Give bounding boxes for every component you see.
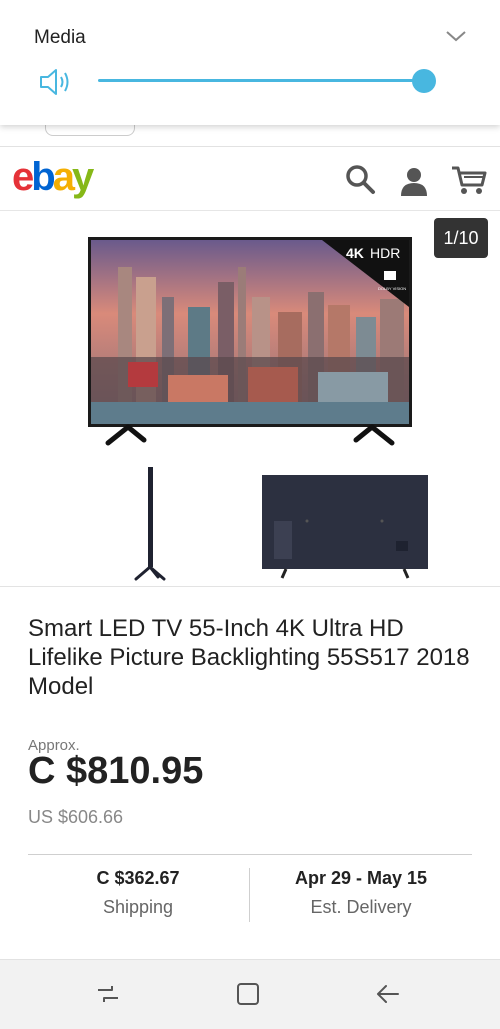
badge-dolby: DOLBY VISION: [378, 286, 406, 291]
search-icon[interactable]: [344, 163, 376, 195]
chevron-down-icon[interactable]: [444, 26, 468, 46]
ebay-logo[interactable]: ebay: [12, 155, 94, 200]
shipping-cost: C $362.67: [96, 868, 180, 888]
shipping-label: Shipping: [102, 897, 174, 917]
divider: [0, 586, 500, 587]
cart-icon[interactable]: [450, 163, 488, 195]
volume-title: Media: [34, 27, 86, 48]
delivery-info: Apr 29 - May 15 Est. Delivery: [250, 868, 472, 918]
volume-panel: Media: [0, 0, 500, 125]
volume-slider-knob[interactable]: [412, 69, 436, 93]
delivery-dates: Apr 29 - May 15: [294, 868, 428, 888]
volume-slider-track[interactable]: [98, 79, 424, 82]
price: C $810.95: [28, 750, 204, 792]
home-icon[interactable]: [234, 980, 262, 1008]
shipping-info: C $362.67 Shipping: [27, 868, 249, 918]
account-icon[interactable]: [398, 165, 430, 197]
product-image-main[interactable]: 4K HDR DOLBY VISION: [88, 237, 412, 449]
usd-price: US $606.66: [28, 807, 124, 827]
product-title: Smart LED TV 55-Inch 4K Ultra HD Lifelik…: [28, 615, 470, 700]
image-counter: 1/10: [434, 218, 488, 258]
site-header: ebay: [0, 147, 500, 211]
badge-4k: 4K: [346, 245, 364, 261]
badge-hdr: HDR: [370, 245, 400, 261]
divider: [28, 854, 472, 855]
back-icon[interactable]: [374, 980, 402, 1008]
delivery-label: Est. Delivery: [310, 897, 412, 917]
speaker-icon[interactable]: [38, 67, 74, 97]
product-image-side[interactable]: [130, 465, 180, 583]
recent-apps-icon[interactable]: [94, 980, 122, 1008]
product-image-back[interactable]: [262, 475, 428, 579]
system-nav-bar: [0, 959, 500, 1029]
